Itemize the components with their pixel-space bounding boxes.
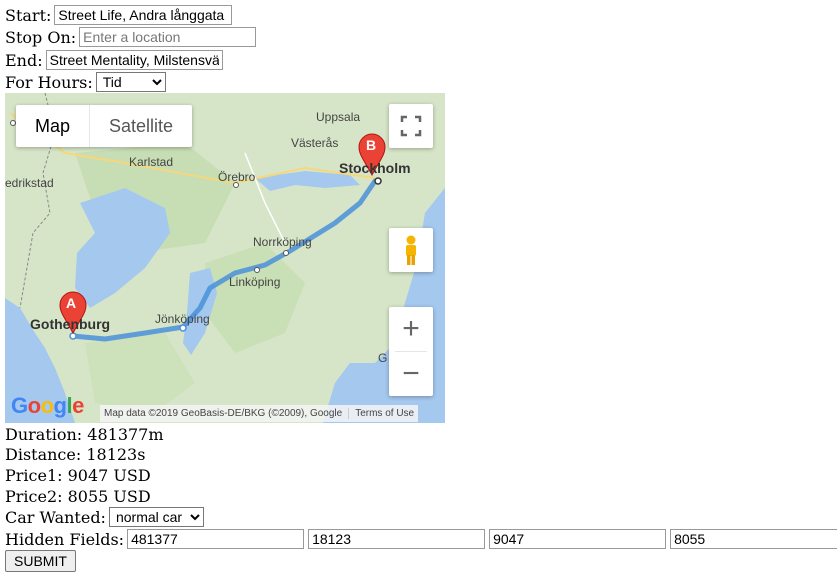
submit-row: SUBMIT [5, 550, 76, 572]
city-edrikstad: edrikstad [5, 176, 54, 190]
hidden-field-3[interactable] [489, 529, 667, 549]
city-g: G [378, 351, 388, 365]
map-type-control: Map Satellite [16, 105, 193, 147]
stop-input[interactable] [79, 27, 257, 47]
price2-text: Price2: 8055 USD [5, 486, 151, 506]
marker-b-label: B [366, 137, 377, 153]
street-view-button[interactable] [389, 228, 433, 272]
hours-row: For Hours: Tid [5, 71, 166, 93]
google-logo: Google [11, 393, 84, 418]
price1-text: Price1: 9047 USD [5, 465, 151, 485]
map-attribution: Map data ©2019 GeoBasis-DE/BKG (©2009), … [100, 405, 419, 422]
city-jonkoping: Jönköping [155, 312, 210, 326]
hidden-field-4[interactable] [670, 529, 837, 549]
hidden-field-1[interactable] [127, 529, 305, 549]
stop-label: Stop On: [5, 27, 77, 47]
city-uppsala: Uppsala [316, 110, 361, 124]
start-label: Start: [5, 5, 52, 25]
zoom-control: + − [389, 307, 433, 396]
minus-icon: − [402, 357, 420, 390]
city-karlstad: Karlstad [129, 155, 174, 169]
hidden-field-2[interactable] [308, 529, 486, 549]
marker-a-label: A [66, 295, 77, 311]
end-row: End: [5, 49, 223, 71]
city-orebro: Örebro [218, 170, 256, 184]
pegman-icon [406, 235, 416, 265]
submit-button[interactable]: SUBMIT [5, 550, 76, 572]
distance-text: Distance: 18123s [5, 444, 146, 464]
map-type-map-button[interactable]: Map [16, 105, 91, 147]
fullscreen-icon [400, 115, 422, 137]
car-label: Car Wanted: [5, 507, 106, 527]
attribution-text: Map data ©2019 GeoBasis-DE/BKG (©2009), … [104, 408, 343, 419]
duration-text: Duration: 481377m [5, 424, 164, 444]
city-norrkoping: Norrköping [253, 235, 312, 249]
zoom-in-button[interactable]: + [389, 307, 433, 351]
car-row: Car Wanted: normal car [5, 506, 204, 528]
city-gothenburg: Gothenburg [30, 316, 111, 332]
city-linkoping: Linköping [229, 275, 281, 289]
end-label: End: [5, 50, 43, 70]
start-input[interactable] [54, 5, 233, 25]
hours-label: For Hours: [5, 72, 93, 92]
hours-select[interactable]: Tid [95, 72, 166, 92]
hidden-row: Hidden Fields: [5, 528, 837, 550]
city-vasteras: Västerås [291, 136, 339, 150]
start-row: Start: [5, 4, 233, 26]
city-stockholm: Stockholm [339, 160, 411, 176]
terms-link[interactable]: Terms of Use [348, 408, 414, 419]
end-input[interactable] [45, 50, 223, 70]
map-type-satellite-button[interactable]: Satellite [90, 105, 192, 147]
route-map[interactable]: A B Uppsala Västerås Stockholm Karlstad … [5, 93, 445, 423]
zoom-out-button[interactable]: − [389, 352, 433, 396]
car-select[interactable]: normal car [108, 507, 204, 527]
stop-row: Stop On: [5, 26, 257, 48]
plus-icon: + [402, 312, 420, 345]
hidden-label: Hidden Fields: [5, 529, 125, 549]
fullscreen-button[interactable] [389, 104, 433, 148]
